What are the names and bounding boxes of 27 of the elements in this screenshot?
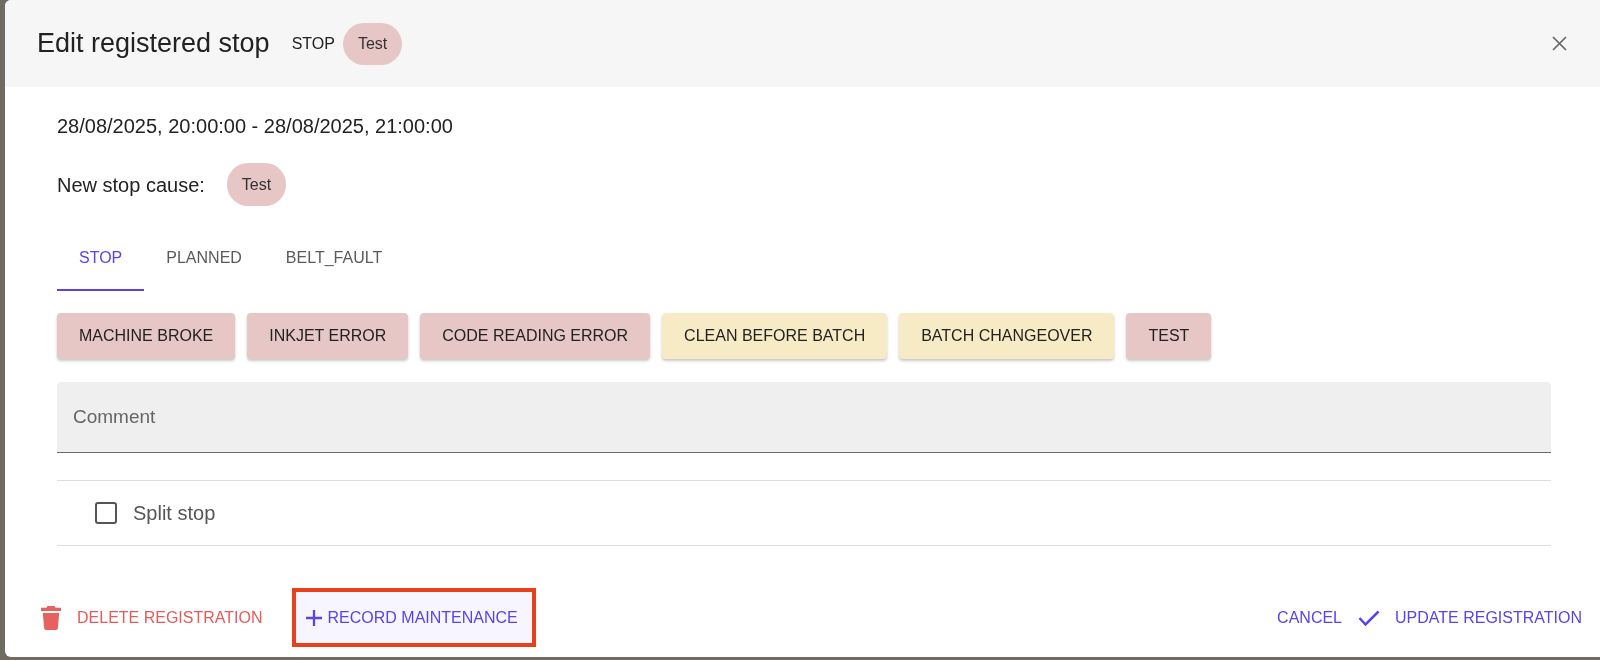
plus-icon <box>304 608 323 627</box>
delete-registration-button[interactable]: DELETE REGISTRATION <box>33 588 271 647</box>
comment-field[interactable]: Comment <box>57 382 1551 453</box>
new-cause-label: New stop cause: <box>57 172 205 198</box>
new-cause-tag: Test <box>226 163 287 206</box>
checkmark-icon <box>1358 609 1380 626</box>
category-tab[interactable]: PLANNED <box>144 236 264 291</box>
stop-cause-button[interactable]: TEST <box>1126 313 1212 359</box>
category-tab[interactable]: STOP <box>57 236 145 291</box>
stop-cause-tag: Test <box>342 22 403 65</box>
stop-category-label: STOP <box>291 33 335 54</box>
stop-cause-button[interactable]: CLEAN BEFORE BATCH <box>662 313 888 359</box>
dialog-title: Edit registered stop <box>37 27 270 60</box>
record-maintenance-button[interactable]: RECORD MAINTENANCE <box>291 588 536 647</box>
trash-icon <box>41 605 61 630</box>
stop-cause-button[interactable]: BATCH CHANGEOVER <box>899 313 1115 359</box>
stop-cause-button[interactable]: MACHINE BROKE <box>57 313 236 359</box>
category-tab[interactable]: BELT_FAULT <box>263 236 405 291</box>
close-icon <box>1552 36 1567 51</box>
update-registration-button[interactable]: UPDATE REGISTRATION <box>1350 588 1590 647</box>
stop-cause-button[interactable]: INKJET ERROR <box>247 313 409 359</box>
cancel-button[interactable]: CANCEL <box>1269 588 1350 647</box>
stop-cause-button[interactable]: CODE READING ERROR <box>420 313 651 359</box>
close-button[interactable] <box>1552 36 1567 51</box>
split-stop-label[interactable]: Split stop <box>133 498 216 528</box>
time-range-text: 28/08/2025, 20:00:00 - 28/08/2025, 21:00:00 <box>57 114 454 138</box>
split-stop-checkbox[interactable] <box>95 502 117 524</box>
